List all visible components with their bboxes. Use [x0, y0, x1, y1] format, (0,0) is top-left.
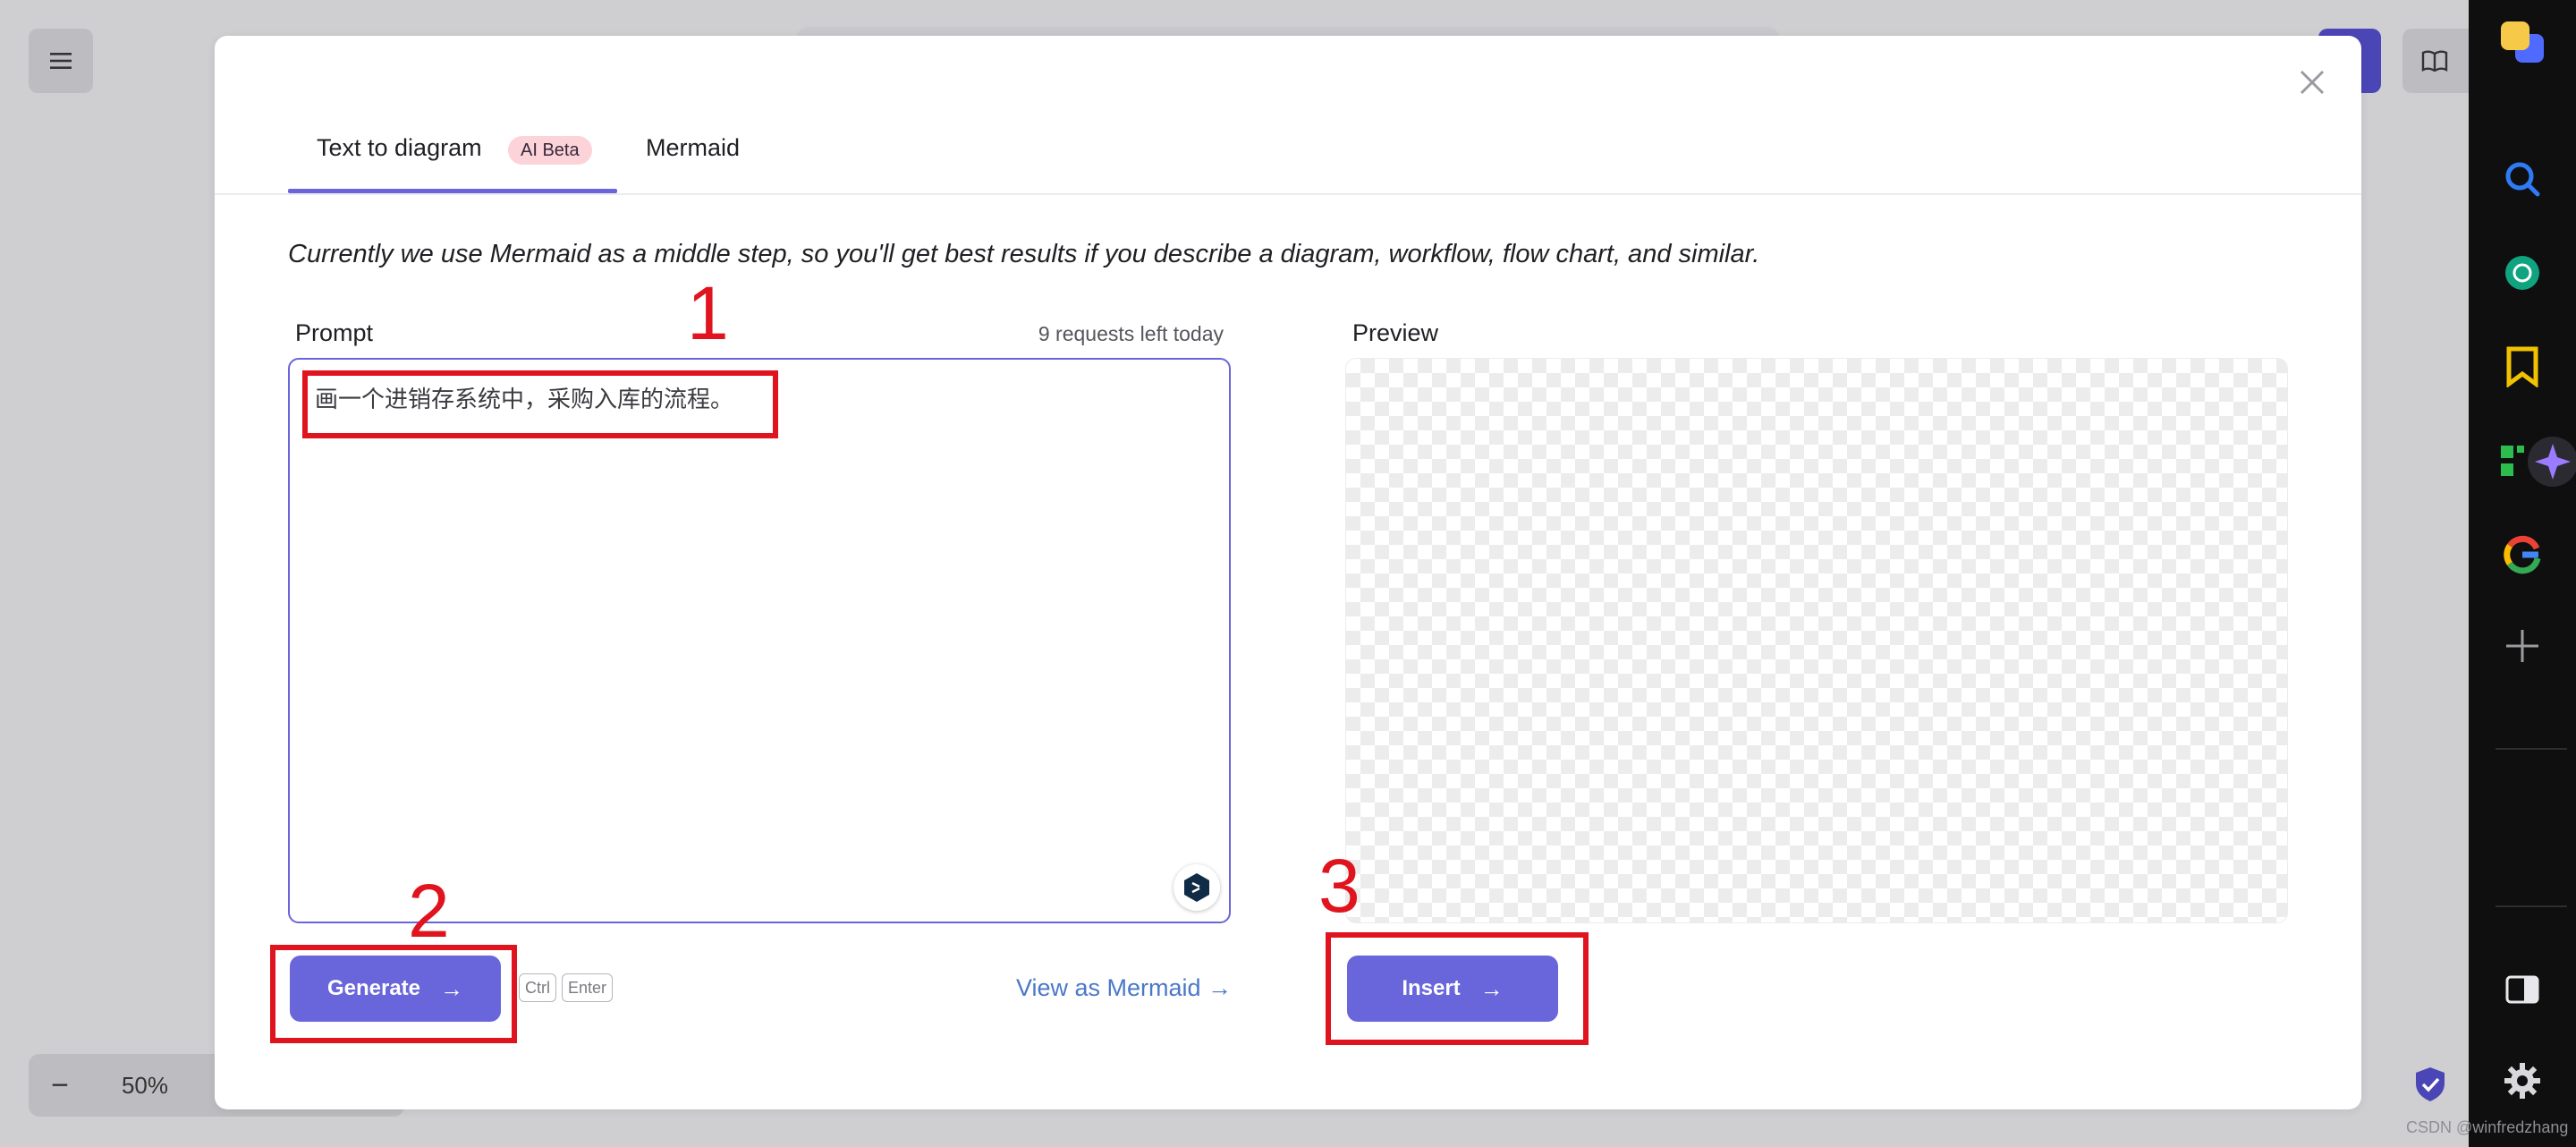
tab-mermaid[interactable]: Mermaid	[646, 134, 740, 162]
tab-text-to-diagram[interactable]: Text to diagram	[317, 134, 482, 162]
preview-canvas	[1345, 358, 2288, 923]
menu-icon	[50, 53, 72, 69]
bookmark-icon[interactable]	[2469, 340, 2576, 394]
tabs-divider	[215, 193, 2361, 195]
intro-text: Currently we use Mermaid as a middle ste…	[288, 240, 1760, 268]
chatgpt-icon[interactable]	[2469, 246, 2576, 300]
deepl-button[interactable]	[1174, 864, 1220, 911]
annotation-box-1	[302, 370, 778, 438]
active-tab-indicator	[288, 189, 617, 193]
deepl-icon	[1184, 873, 1209, 902]
sidebar-divider	[2496, 748, 2567, 750]
annotation-number-1: 1	[687, 271, 729, 355]
annotation-number-2: 2	[408, 869, 450, 953]
app-logo-icon[interactable]	[2469, 16, 2576, 70]
book-icon	[2421, 50, 2448, 72]
plus-icon[interactable]	[2469, 619, 2576, 673]
watermark: CSDN @winfredzhang	[2406, 1118, 2569, 1136]
preview-label: Preview	[1352, 319, 1439, 346]
zoom-out-button[interactable]: −	[29, 1068, 91, 1103]
apps-sparkle-icon[interactable]	[2469, 433, 2576, 490]
annotation-box-3	[1326, 932, 1589, 1045]
prompt-label: Prompt	[295, 319, 374, 346]
google-icon[interactable]	[2469, 528, 2576, 582]
search-icon[interactable]	[2469, 152, 2576, 206]
close-icon	[2300, 70, 2325, 95]
view-as-mermaid-link[interactable]: View as Mermaid →	[1016, 974, 1232, 1002]
split-panel-icon[interactable]	[2469, 964, 2576, 1015]
annotation-box-2	[270, 945, 517, 1043]
browser-sidebar	[2469, 0, 2576, 1147]
zoom-level[interactable]: 50%	[91, 1072, 199, 1100]
main-menu-button[interactable]	[29, 29, 93, 93]
gear-icon[interactable]	[2469, 1056, 2576, 1106]
shield-icon	[2411, 1065, 2449, 1109]
requests-left: 9 requests left today	[1038, 322, 1224, 345]
annotation-number-3: 3	[1318, 844, 1360, 928]
enter-key: Enter	[562, 973, 614, 1002]
ctrl-key: Ctrl	[519, 973, 556, 1002]
close-button[interactable]	[2294, 64, 2330, 100]
sidebar-divider	[2496, 905, 2567, 907]
prompt-textarea[interactable]	[288, 358, 1231, 923]
ai-beta-badge: AI Beta	[508, 136, 592, 165]
